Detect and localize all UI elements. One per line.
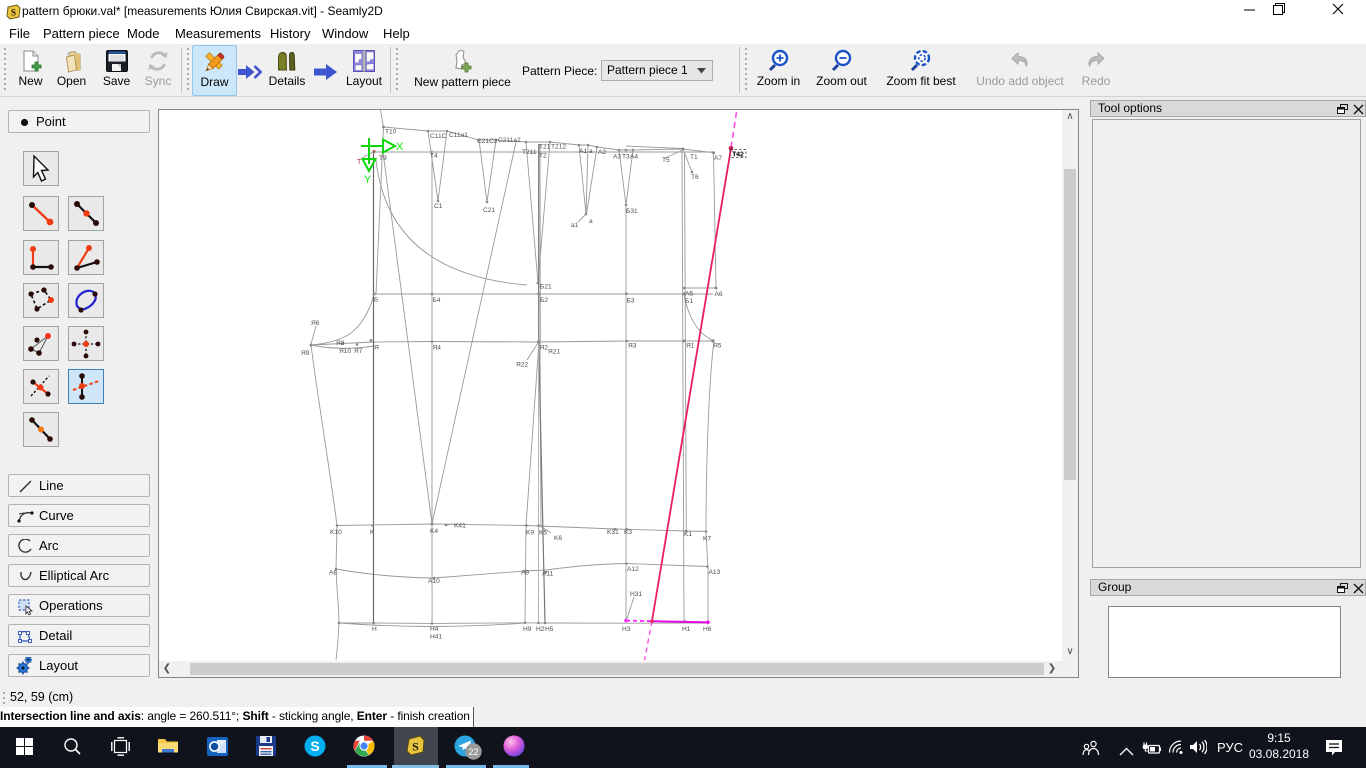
svg-text:H31: H31 [630,591,642,598]
svg-text:A11: A11 [542,571,554,578]
svg-text:Я1: Я1 [686,343,695,350]
svg-text:Я3: Я3 [628,343,637,350]
svg-text:Я10: Я10 [339,348,351,355]
svg-text:22: 22 [468,747,478,757]
svg-text:H: H [372,626,377,633]
svg-text:H41: H41 [430,634,442,641]
svg-text:Я6: Я6 [311,320,320,327]
svg-text:Б2: Б2 [540,297,548,304]
svg-text:Я: Я [374,345,379,352]
svg-text:K10: K10 [330,529,342,536]
svg-text:C211a2: C211a2 [498,137,521,144]
svg-text:H1: H1 [682,626,691,633]
svg-text:A8: A8 [329,570,337,577]
svg-text:Я4: Я4 [433,345,442,352]
svg-text:A3: A3 [613,154,621,161]
svg-text:A4: A4 [630,154,638,161]
svg-text:A1: A1 [579,148,587,155]
svg-text:T1: T1 [690,154,698,161]
svg-text:T21: T21 [539,144,551,151]
svg-text:Б21: Б21 [540,284,552,291]
svg-text:X: X [396,141,404,153]
svg-text:K6: K6 [554,535,562,542]
svg-text:S: S [310,738,319,754]
svg-text:a: a [589,218,593,225]
svg-text:C11a1: C11a1 [449,132,468,139]
svg-text:S: S [412,740,419,754]
svg-text:Я8: Я8 [336,340,345,347]
svg-text:K1: K1 [684,531,692,538]
svg-text:T4: T4 [430,153,438,160]
svg-text:H5: H5 [545,626,554,633]
svg-text:S: S [11,8,16,18]
svg-text:K41: K41 [454,523,466,530]
svg-text:A10: A10 [428,578,440,585]
svg-text:T211: T211 [522,149,537,156]
svg-text:T6: T6 [691,174,699,181]
svg-text:H2: H2 [536,626,545,633]
svg-text:T212: T212 [551,144,566,151]
svg-text:Б: Б [374,297,378,304]
svg-text:Я2: Я2 [540,345,549,352]
svg-text:Я22: Я22 [516,362,528,369]
svg-text:T3: T3 [622,154,630,161]
svg-text:Б1: Б1 [685,298,693,305]
svg-text:K3: K3 [624,529,632,536]
svg-text:T: T [357,159,362,166]
svg-text:Б4: Б4 [433,297,441,304]
svg-text:Я5: Я5 [713,343,722,350]
svg-text:H4: H4 [430,626,439,633]
svg-text:A12: A12 [627,566,639,573]
svg-text:C1: C1 [434,203,443,210]
svg-text:T2: T2 [539,153,547,160]
svg-text:Y: Y [364,174,372,186]
svg-text:H9: H9 [523,626,532,633]
svg-text:A7: A7 [714,155,722,162]
svg-text:K: K [370,529,375,536]
svg-text:A2: A2 [598,149,606,156]
svg-text:A13: A13 [709,569,721,576]
svg-text:T9: T9 [379,155,387,162]
svg-text:A6: A6 [715,291,723,298]
svg-text:C11C: C11C [430,133,447,140]
svg-text:H6: H6 [703,626,712,633]
svg-text:T10: T10 [385,129,397,136]
svg-text:a1: a1 [571,222,579,229]
svg-text:Б31: Б31 [626,208,638,215]
svg-text:Б3: Б3 [627,298,635,305]
svg-text:K31: K31 [607,529,619,536]
svg-text:H3: H3 [622,626,631,633]
svg-text:Я21: Я21 [548,348,560,355]
svg-text:a: a [589,148,593,155]
svg-text:A9: A9 [521,570,529,577]
svg-text:Я7: Я7 [354,348,363,355]
svg-text:C21: C21 [483,207,495,214]
svg-text:K4: K4 [430,528,438,535]
svg-text:K9: K9 [526,530,534,537]
svg-text:Я9: Я9 [301,350,310,357]
svg-text:K5: K5 [539,530,547,537]
svg-text:T5: T5 [662,157,670,164]
svg-text:A5: A5 [685,291,693,298]
svg-text:C21C2: C21C2 [477,138,498,145]
svg-text:K7: K7 [703,536,711,543]
